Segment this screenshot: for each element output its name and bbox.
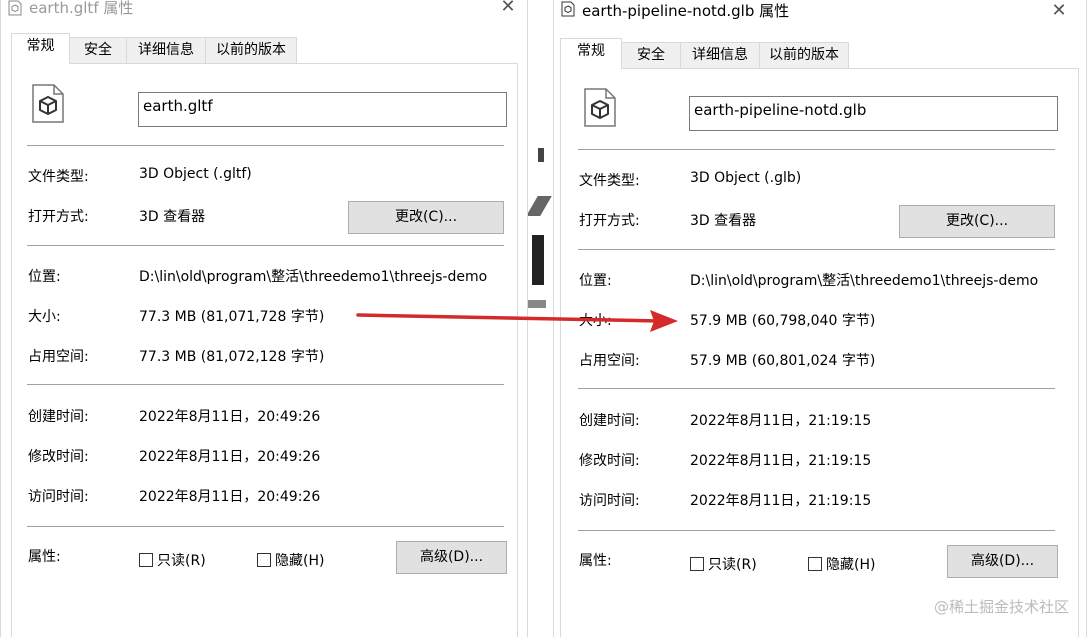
advanced-button[interactable]: 高级(D)... (947, 545, 1058, 578)
size-label: 大小: (28, 309, 61, 325)
window-title: earth.gltf 属性 (29, 0, 134, 17)
modified-label: 修改时间: (579, 453, 640, 469)
properties-window-gltf: earth.gltf 属性 ✕ 常规 安全 详细信息 以前的版本 earth.g… (0, 0, 528, 637)
tab-previous-versions[interactable]: 以前的版本 (759, 42, 849, 69)
attributes-label: 属性: (28, 549, 61, 565)
background-fragment (528, 300, 546, 308)
title-bar: earth-pipeline-notd.glb 属性 ✕ (554, 0, 1086, 30)
hidden-label: 隐藏(H) (275, 553, 325, 569)
accessed-label: 访问时间: (579, 493, 640, 509)
separator (578, 249, 1055, 250)
file-cube-icon (561, 1, 575, 17)
location-label: 位置: (28, 269, 61, 285)
open-with-label: 打开方式: (28, 209, 89, 225)
hidden-checkbox[interactable]: 隐藏(H) (257, 550, 324, 570)
separator (27, 384, 504, 385)
modified-value: 2022年8月11日，20:49:26 (139, 449, 321, 465)
checkbox-box[interactable] (690, 557, 704, 571)
separator (27, 526, 504, 527)
accessed-label: 访问时间: (28, 489, 89, 505)
hidden-checkbox[interactable]: 隐藏(H) (808, 554, 875, 574)
file-cube-icon (584, 88, 616, 127)
window-title: earth-pipeline-notd.glb 属性 (582, 2, 790, 20)
accessed-value: 2022年8月11日，20:49:26 (139, 489, 321, 505)
file-type-label: 文件类型: (579, 173, 640, 189)
change-button[interactable]: 更改(C)... (899, 205, 1055, 238)
open-with-value: 3D 查看器 (139, 209, 206, 225)
title-bar: earth.gltf 属性 ✕ (1, 0, 527, 30)
tab-general[interactable]: 常规 (11, 33, 70, 64)
open-with-value: 3D 查看器 (690, 213, 757, 229)
disk-size-value: 57.9 MB (60,801,024 字节) (690, 353, 876, 369)
tab-security[interactable]: 安全 (621, 42, 681, 69)
checkbox-box[interactable] (139, 553, 153, 567)
size-value: 77.3 MB (81,071,728 字节) (139, 309, 325, 325)
separator (27, 245, 504, 246)
location-value[interactable]: D:\lin\old\program\整活\threedemo1\threejs… (690, 270, 1058, 290)
separator (27, 145, 504, 146)
readonly-label: 只读(R) (157, 553, 206, 569)
modified-label: 修改时间: (28, 449, 89, 465)
checkbox-box[interactable] (808, 557, 822, 571)
tab-previous-versions[interactable]: 以前的版本 (205, 37, 297, 64)
advanced-button[interactable]: 高级(D)... (396, 541, 507, 574)
checkbox-box[interactable] (257, 553, 271, 567)
created-value: 2022年8月11日，21:19:15 (690, 413, 872, 429)
open-with-label: 打开方式: (579, 213, 640, 229)
created-value: 2022年8月11日，20:49:26 (139, 409, 321, 425)
tab-general[interactable]: 常规 (560, 38, 622, 69)
file-type-value: 3D Object (.gltf) (139, 166, 252, 182)
filename-input[interactable]: earth.gltf (138, 92, 507, 127)
close-button[interactable]: ✕ (1044, 0, 1074, 22)
disk-size-label: 占用空间: (579, 353, 640, 369)
background-fragment (526, 196, 552, 216)
location-label: 位置: (579, 273, 612, 289)
attributes-label: 属性: (579, 553, 612, 569)
separator (578, 149, 1055, 150)
background-fragment (532, 235, 544, 285)
created-label: 创建时间: (28, 409, 89, 425)
background-fragment (538, 148, 544, 162)
filename-input[interactable]: earth-pipeline-notd.glb (689, 96, 1058, 131)
readonly-label: 只读(R) (708, 557, 757, 573)
size-label: 大小: (579, 313, 612, 329)
close-button[interactable]: ✕ (493, 0, 523, 18)
disk-size-label: 占用空间: (28, 349, 89, 365)
file-cube-icon (32, 84, 64, 123)
watermark: @稀土掘金技术社区 (933, 598, 1069, 616)
disk-size-value: 77.3 MB (81,072,128 字节) (139, 349, 325, 365)
separator (578, 388, 1055, 389)
modified-value: 2022年8月11日，21:19:15 (690, 453, 872, 469)
properties-window-glb: earth-pipeline-notd.glb 属性 ✕ 常规 安全 详细信息 … (553, 0, 1087, 637)
background-gap (526, 0, 553, 637)
file-type-value: 3D Object (.glb) (690, 170, 802, 186)
readonly-checkbox[interactable]: 只读(R) (690, 554, 757, 574)
separator (578, 530, 1055, 531)
created-label: 创建时间: (579, 413, 640, 429)
file-cube-icon (8, 0, 22, 16)
file-type-label: 文件类型: (28, 169, 89, 185)
size-value: 57.9 MB (60,798,040 字节) (690, 313, 876, 329)
tab-security[interactable]: 安全 (69, 37, 127, 64)
location-value[interactable]: D:\lin\old\program\整活\threedemo1\threejs… (139, 266, 507, 286)
change-button[interactable]: 更改(C)... (348, 201, 504, 234)
readonly-checkbox[interactable]: 只读(R) (139, 550, 206, 570)
tab-details[interactable]: 详细信息 (680, 42, 760, 69)
tab-details[interactable]: 详细信息 (126, 37, 206, 64)
accessed-value: 2022年8月11日，21:19:15 (690, 493, 872, 509)
hidden-label: 隐藏(H) (826, 557, 876, 573)
